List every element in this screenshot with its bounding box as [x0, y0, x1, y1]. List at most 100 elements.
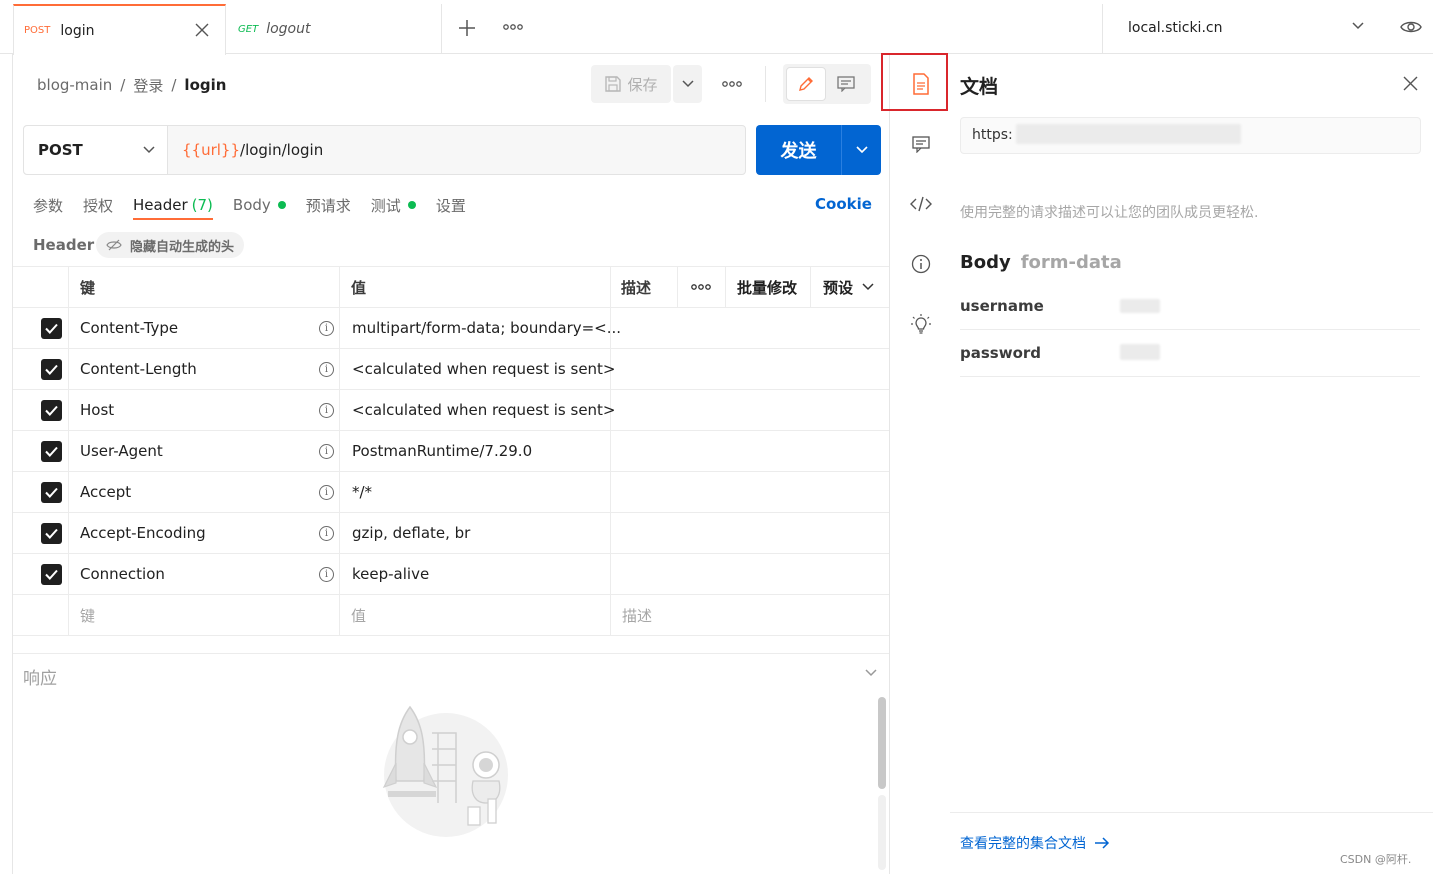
row-checkbox[interactable] [41, 513, 62, 553]
new-key-input[interactable]: 键 [80, 595, 95, 635]
new-value-input[interactable]: 值 [351, 595, 366, 635]
more-icon[interactable] [691, 267, 711, 307]
header-value[interactable]: */* [352, 472, 372, 512]
redacted-text [1120, 299, 1160, 313]
response-title: 响应 [23, 669, 57, 689]
method-value: POST [38, 141, 83, 159]
docs-field-row: username [960, 283, 1420, 330]
header-key[interactable]: Accept [80, 472, 131, 512]
save-label: 保存 [627, 75, 658, 94]
new-description-input[interactable]: 描述 [622, 595, 652, 635]
row-checkbox[interactable] [41, 308, 62, 348]
table-header-row: 键 值 描述 批量修改 预设 [13, 266, 890, 308]
tab-params[interactable]: 参数 [33, 195, 63, 216]
row-checkbox[interactable] [41, 431, 62, 471]
info-icon[interactable]: i [319, 472, 334, 512]
sidebar-code[interactable] [904, 187, 938, 221]
tab-login[interactable]: POST login [13, 4, 226, 55]
table-row: User-Agent i PostmanRuntime/7.29.0 [13, 431, 890, 472]
docs-description-placeholder[interactable]: 使用完整的请求描述可以让您的团队成员更轻松. [960, 202, 1258, 222]
breadcrumb-collection[interactable]: blog-main [37, 76, 112, 94]
row-checkbox[interactable] [41, 554, 62, 594]
close-icon[interactable] [1403, 76, 1418, 91]
eye-icon[interactable] [1400, 19, 1422, 35]
header-key[interactable]: User-Agent [80, 431, 163, 471]
row-checkbox[interactable] [41, 472, 62, 512]
method-select[interactable]: POST [24, 126, 168, 174]
send-button[interactable]: 发送 [756, 125, 842, 175]
comment-icon [912, 135, 930, 153]
header-key[interactable]: Connection [80, 554, 165, 594]
panel-divider [889, 54, 890, 874]
info-icon[interactable]: i [319, 308, 334, 348]
hide-auto-headers-toggle[interactable]: 隐藏自动生成的头 [96, 232, 245, 258]
header-key[interactable]: Host [80, 390, 114, 430]
comment-mode-button[interactable] [826, 67, 866, 101]
info-icon[interactable]: i [319, 390, 334, 430]
header-value[interactable]: <calculated when request is sent> [352, 349, 616, 389]
docs-field-name: password [960, 344, 1042, 362]
divider [13, 653, 890, 654]
send-dropdown-button[interactable] [842, 125, 881, 175]
cookie-link[interactable]: Cookie [815, 195, 872, 213]
presets-dropdown[interactable]: 预设 [823, 267, 874, 307]
breadcrumb-separator: / [120, 76, 126, 94]
tab-pre-request[interactable]: 预请求 [306, 195, 351, 216]
save-dropdown-button[interactable] [673, 65, 702, 103]
header-key[interactable]: Content-Length [80, 349, 197, 389]
divider [950, 812, 1433, 813]
environment-selector[interactable]: local.sticki.cn [1128, 16, 1368, 40]
close-icon[interactable] [195, 23, 209, 37]
table-row: Connection i keep-alive [13, 554, 890, 595]
breadcrumb-folder[interactable]: 登录 [133, 75, 163, 96]
header-section-title: Header [33, 236, 95, 254]
mode-toggle [783, 64, 871, 104]
table-row-empty: 键 值 描述 [13, 595, 890, 636]
tab-name: logout [266, 21, 311, 37]
scrollbar[interactable] [878, 697, 886, 789]
header-value[interactable]: keep-alive [352, 554, 429, 594]
info-icon[interactable]: i [319, 554, 334, 594]
header-value[interactable]: multipart/form-data; boundary=<... [352, 308, 621, 348]
tab-tests-label: 测试 [370, 196, 401, 215]
docs-body-heading: Body form-data [960, 250, 1122, 274]
hide-auto-headers-label: 隐藏自动生成的头 [130, 239, 235, 255]
tab-logout[interactable]: GET logout [226, 4, 442, 54]
header-key[interactable]: Accept-Encoding [80, 513, 206, 553]
tab-tests[interactable]: 测试 [371, 195, 416, 216]
plus-icon[interactable] [458, 19, 476, 37]
header-value[interactable]: <calculated when request is sent> [352, 390, 616, 430]
sidebar-comments[interactable] [904, 127, 938, 161]
header-value[interactable]: gzip, deflate, br [352, 513, 470, 553]
arrow-right-icon [1095, 837, 1110, 849]
sidebar-info[interactable] [904, 247, 938, 281]
info-icon[interactable]: i [319, 349, 334, 389]
view-collection-docs-label: 查看完整的集合文档 [960, 836, 1086, 852]
header-key[interactable]: Content-Type [80, 308, 178, 348]
chevron-down-icon[interactable] [865, 669, 877, 677]
table-row: Accept-Encoding i gzip, deflate, br [13, 513, 890, 554]
url-input[interactable]: {{url}} /login/login [168, 126, 323, 174]
info-icon[interactable]: i [319, 431, 334, 471]
tab-body[interactable]: Body [233, 196, 286, 214]
tab-headers[interactable]: Header (7) [133, 196, 213, 220]
row-checkbox[interactable] [41, 349, 62, 389]
edit-mode-button[interactable] [786, 67, 826, 101]
tab-auth[interactable]: 授权 [83, 195, 113, 216]
sidebar-docs[interactable] [904, 67, 938, 101]
scrollbar-track [878, 795, 886, 870]
save-button[interactable]: 保存 [591, 65, 671, 103]
tab-settings[interactable]: 设置 [436, 195, 466, 216]
view-collection-docs-link[interactable]: 查看完整的集合文档 [960, 832, 1110, 854]
comment-icon [837, 76, 855, 92]
redacted-text [1016, 124, 1241, 144]
more-icon[interactable] [722, 79, 742, 89]
info-icon[interactable]: i [319, 513, 334, 553]
row-checkbox[interactable] [41, 390, 62, 430]
more-icon[interactable] [503, 22, 523, 32]
checkbox-checked-icon [41, 563, 62, 585]
checkbox-checked-icon [41, 522, 62, 544]
bulk-edit-button[interactable]: 批量修改 [737, 267, 797, 307]
sidebar-insights[interactable] [904, 307, 938, 341]
header-value[interactable]: PostmanRuntime/7.29.0 [352, 431, 532, 471]
